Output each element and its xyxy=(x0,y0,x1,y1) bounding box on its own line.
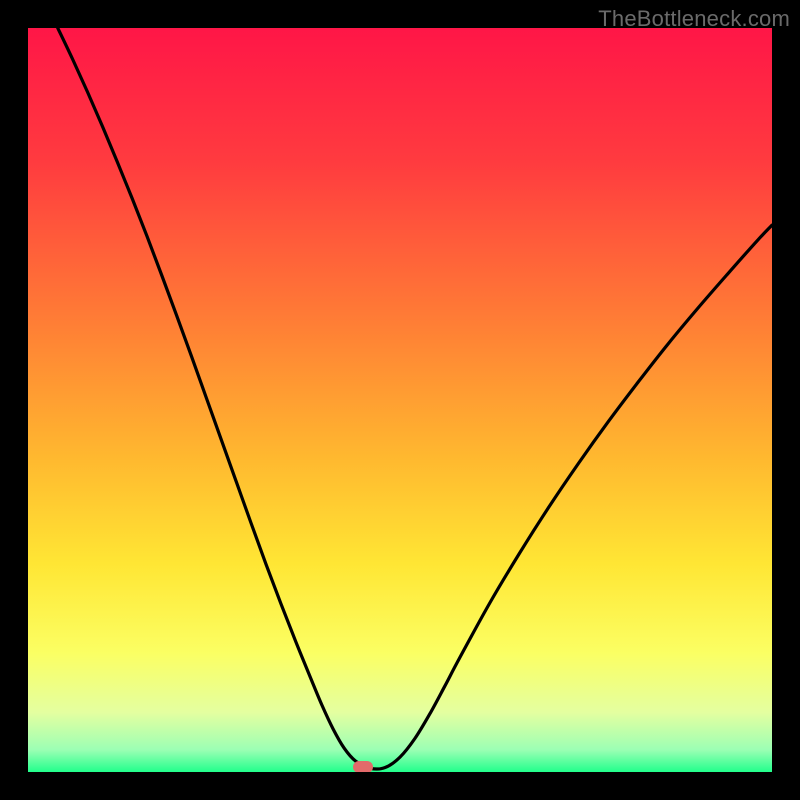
watermark: TheBottleneck.com xyxy=(598,6,790,32)
plot-area xyxy=(28,28,772,772)
minimum-marker xyxy=(353,761,373,772)
chart-frame: TheBottleneck.com xyxy=(0,0,800,800)
bottleneck-curve xyxy=(28,28,772,772)
